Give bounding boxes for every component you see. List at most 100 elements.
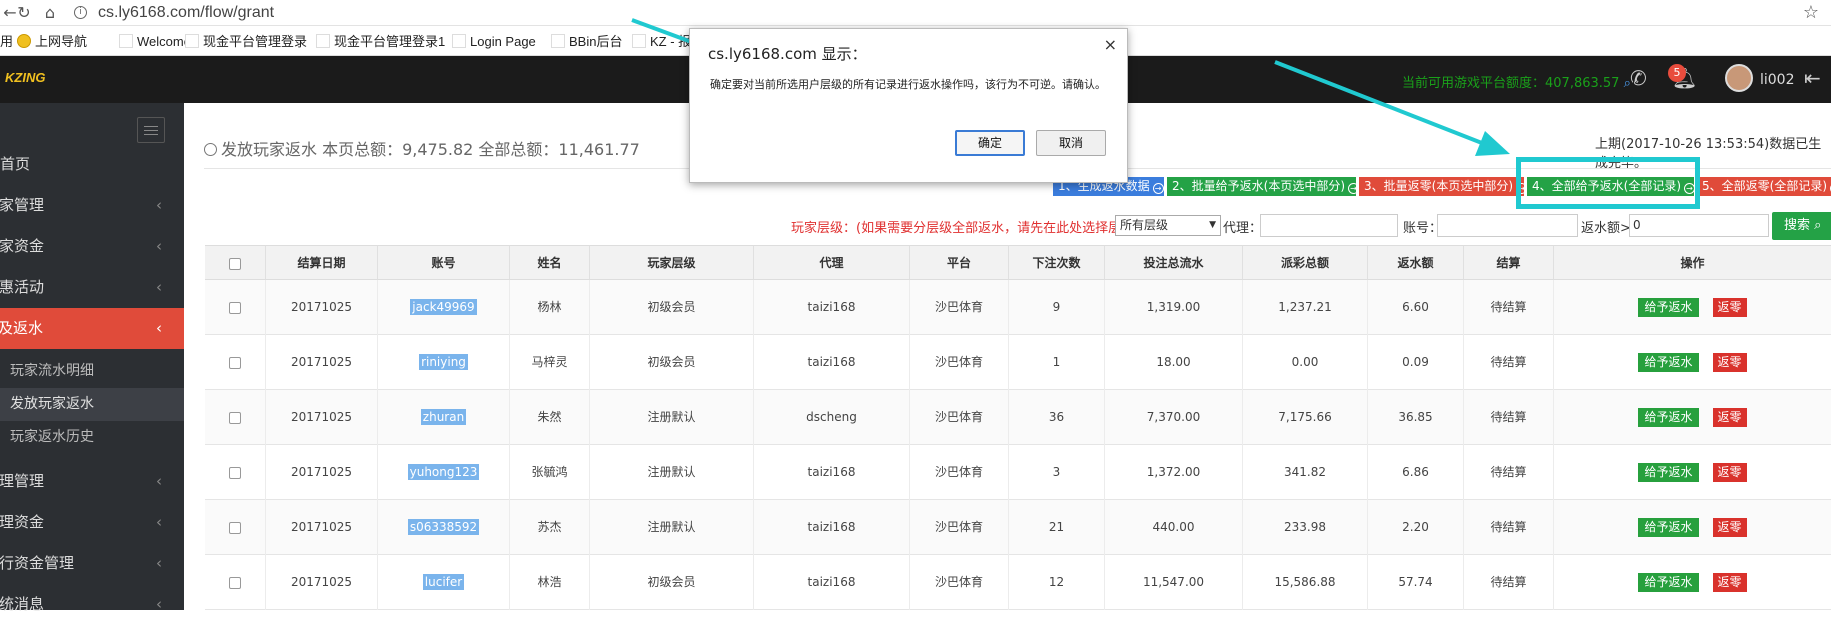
cell-value: 初级会员 (647, 575, 696, 589)
phone-icon[interactable]: ✆ (1630, 66, 1647, 90)
account-name[interactable]: lucifer (422, 574, 465, 590)
give-rebate-button[interactable]: 给予返水 (1638, 353, 1699, 372)
row-checkbox[interactable] (229, 576, 241, 589)
rebate-threshold-input[interactable]: 0 (1629, 214, 1769, 237)
select-all-checkbox[interactable] (229, 257, 241, 270)
bookmark-partial[interactable]: 用 (0, 28, 13, 56)
home-icon[interactable]: ⌂ (40, 3, 60, 23)
cell-value: 18.00 (1156, 355, 1191, 369)
sidebar-subitem-grant[interactable]: 发放玩家返水 (0, 388, 184, 421)
avatar[interactable] (1725, 64, 1753, 92)
table-cell: 沙巴体育 (910, 280, 1009, 335)
table-cell: 初级会员 (590, 280, 754, 335)
bookmark-item[interactable]: 现金平台管理登录1 (316, 28, 445, 56)
site-info-icon[interactable]: i (74, 6, 87, 19)
table-row: 20171025 s06338592 苏杰 注册默认 taizi168 沙巴体育 21 440… (205, 500, 1831, 555)
cell-value: 9 (1052, 300, 1061, 314)
bookmark-star-icon[interactable]: ☆ (1803, 2, 1819, 23)
bookmark-item[interactable]: 现金平台管理登录 (185, 28, 307, 56)
header-select-all[interactable] (205, 245, 266, 280)
give-rebate-button[interactable]: 给予返水 (1638, 408, 1699, 427)
cell-value: 20171025 (290, 410, 353, 424)
sidebar-subitem-history[interactable]: 玩家返水历史 (0, 421, 184, 454)
table-cell: 2.20 (1368, 500, 1464, 555)
bookmark-item[interactable]: Welcome (119, 28, 191, 56)
table-cell: 初级会员 (590, 555, 754, 610)
zero-rebate-button[interactable]: 返零 (1712, 408, 1747, 427)
bookmark-item[interactable]: Login Page (452, 28, 536, 56)
zero-all-button[interactable]: 5、全部返零(全部记录)→ (1697, 177, 1831, 196)
search-button[interactable]: 搜索 ⌕ (1772, 212, 1831, 240)
cell-value: 341.82 (1284, 465, 1326, 479)
sidebar-item-rebate[interactable]: 流水及返水‹ (0, 308, 184, 349)
sidebar-item-home[interactable]: 首页 (0, 144, 184, 185)
row-checkbox[interactable] (229, 466, 241, 479)
reload-icon[interactable]: ↻ (14, 3, 34, 23)
cell-value: 待结算 (1490, 410, 1527, 424)
row-checkbox[interactable] (229, 411, 241, 424)
cell-value: 沙巴体育 (934, 410, 983, 424)
dialog-title: cs.ly6168.com 显示： (708, 45, 867, 63)
level-select[interactable]: 所有层级 ▼ (1115, 215, 1221, 236)
operation-cell: 给予返水 返零 (1554, 445, 1831, 500)
sidebar-item-players[interactable]: 玩家管理‹ (0, 185, 184, 226)
cell-value: 1 (1052, 355, 1061, 369)
row-checkbox[interactable] (229, 356, 241, 369)
close-icon[interactable]: × (1104, 35, 1117, 54)
sidebar-item-bank[interactable]: 银行资金管理‹ (0, 543, 184, 584)
sidebar-item-agents[interactable]: 代理管理‹ (0, 461, 184, 502)
table-cell: 待结算 (1464, 445, 1554, 500)
account-name[interactable]: yuhong123 (407, 464, 480, 480)
account-name[interactable]: riniying (419, 354, 468, 370)
table-cell: 沙巴体育 (910, 500, 1009, 555)
sidebar-item-promotions[interactable]: 优惠活动‹ (0, 267, 184, 308)
row-checkbox[interactable] (229, 301, 241, 314)
sidebar-item-agent-funds[interactable]: 代理资金‹ (0, 502, 184, 543)
zero-rebate-button[interactable]: 返零 (1712, 518, 1747, 537)
zero-rebate-button[interactable]: 返零 (1712, 298, 1747, 317)
cell-value: 7,175.66 (1278, 410, 1332, 424)
bookmark-item[interactable]: 上网导航 (17, 28, 87, 56)
account-input[interactable] (1437, 214, 1578, 237)
cell-value: 11,547.00 (1142, 575, 1205, 589)
give-rebate-button[interactable]: 给予返水 (1638, 518, 1699, 537)
account-name[interactable]: s06338592 (407, 519, 480, 535)
logout-icon[interactable]: ⇤ (1804, 66, 1821, 90)
zero-rebate-button[interactable]: 返零 (1712, 573, 1747, 592)
batch-zero-button[interactable]: 3、批量返零(本页选中部分) → (1359, 177, 1524, 196)
table-cell: 沙巴体育 (910, 445, 1009, 500)
zero-rebate-button[interactable]: 返零 (1712, 353, 1747, 372)
address-bar[interactable]: cs.ly6168.com/flow/grant (98, 0, 274, 26)
ok-button[interactable]: 确定 (955, 130, 1025, 156)
table-cell: 初级会员 (590, 335, 754, 390)
page-title: 发放玩家返水 本页总额：9,475.82 全部总额：11,461.77 (204, 136, 640, 160)
table-cell: 林浩 (510, 555, 590, 610)
give-rebate-button[interactable]: 给予返水 (1638, 573, 1699, 592)
cancel-button[interactable]: 取消 (1036, 130, 1106, 156)
batch-give-rebate-button[interactable]: 2、批量给予返水(本页选中部分) → (1167, 177, 1356, 196)
sidebar-item-player-funds[interactable]: 玩家资金‹ (0, 226, 184, 267)
sidebar-item-messages[interactable]: 系统消息‹ (0, 584, 184, 625)
page-icon (452, 34, 466, 48)
bookmark-item[interactable]: KZ - 报 (632, 28, 691, 56)
table-cell: 注册默认 (590, 390, 754, 445)
column-header: 账号 (378, 245, 510, 280)
cell-value: 6.86 (1402, 465, 1429, 479)
account-name[interactable]: jack49969 (410, 299, 477, 315)
username[interactable]: li002 (1760, 72, 1795, 88)
account-name[interactable]: zhuran (420, 409, 467, 425)
row-checkbox[interactable] (229, 521, 241, 534)
sidebar-toggle-button[interactable] (137, 117, 165, 143)
zero-rebate-button[interactable]: 返零 (1712, 463, 1747, 482)
page-icon (551, 34, 565, 48)
cell-value: 36.85 (1398, 410, 1433, 424)
give-rebate-button[interactable]: 给予返水 (1638, 463, 1699, 482)
sidebar-subitem-flow[interactable]: 玩家流水明细 (0, 355, 184, 388)
table-cell: 233.98 (1243, 500, 1368, 555)
operation-cell: 给予返水 返零 (1554, 555, 1831, 610)
table-row: 20171025 jack49969 杨林 初级会员 taizi168 沙巴体育 9 1,31… (205, 280, 1831, 335)
give-rebate-button[interactable]: 给予返水 (1638, 298, 1699, 317)
bookmark-item[interactable]: BBin后台 (551, 28, 622, 56)
agent-input[interactable] (1260, 214, 1398, 237)
cell-value: 20171025 (290, 575, 353, 589)
